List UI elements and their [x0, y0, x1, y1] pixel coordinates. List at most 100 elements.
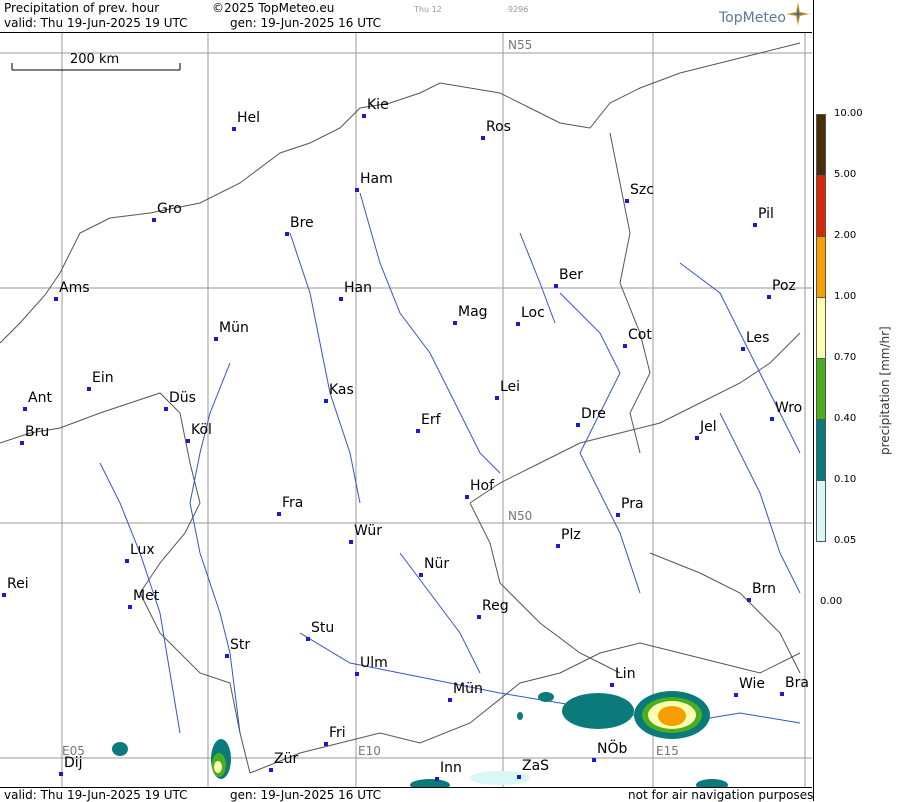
city-dot	[277, 512, 281, 516]
city-label: ZaS	[522, 758, 550, 774]
city-label: Ber	[559, 267, 583, 283]
city-dot	[214, 337, 218, 341]
city-label: Ams	[59, 280, 90, 296]
legend-swatch	[816, 297, 826, 359]
precipitation-areas	[112, 691, 728, 787]
grid-label-e10: E10	[358, 744, 381, 758]
legend-tick: 0.05	[834, 535, 857, 546]
city-dot	[128, 605, 132, 609]
city-label: Reg	[482, 598, 509, 614]
copyright: ©2025 TopMeteo.eu	[212, 1, 335, 15]
city-dot	[695, 436, 699, 440]
city-dot	[465, 495, 469, 499]
city-label: Hel	[237, 110, 261, 126]
city-dot	[324, 399, 328, 403]
city-label: Str	[230, 637, 251, 653]
city-label: Kie	[367, 97, 389, 113]
city-label: Mün	[453, 681, 483, 697]
city-dot	[481, 136, 485, 140]
legend-tick: 2.00	[834, 230, 857, 241]
footer-valid-time: valid: Thu 19-Jun-2025 19 UTC	[4, 788, 188, 802]
city-dot	[2, 593, 6, 597]
compass-logo-icon	[786, 2, 810, 26]
grid-label-n50: N50	[508, 509, 533, 523]
city-dot	[349, 540, 353, 544]
city-label: Lei	[500, 379, 521, 395]
header-bar: Precipitation of prev. hour ©2025 TopMet…	[0, 0, 812, 33]
city-label: Nür	[424, 556, 450, 572]
city-label: Wro	[775, 400, 803, 416]
city-dot	[516, 322, 520, 326]
topmeteo-logo: TopMeteo	[719, 10, 786, 26]
legend-tick: 10.00	[834, 108, 863, 119]
legend-tick: 0.00	[820, 596, 843, 607]
city-dot	[741, 347, 745, 351]
city-dot	[419, 573, 423, 577]
city-label: Lin	[615, 666, 636, 682]
city-label: Han	[344, 280, 372, 296]
city-dot	[610, 683, 614, 687]
city-dot	[87, 387, 91, 391]
city-label: Jel	[700, 419, 717, 435]
navigation-notice: not for air navigation purposes	[628, 788, 814, 802]
city-dot	[416, 429, 420, 433]
small-day-label: Thu 12	[414, 5, 442, 14]
city-label: Loc	[521, 305, 545, 321]
city-dot	[232, 127, 236, 131]
city-label: Mün	[219, 320, 249, 336]
city-label: Rei	[7, 576, 29, 592]
city-dot	[753, 223, 757, 227]
city-label: NÖb	[597, 741, 628, 757]
city-label: Les	[746, 330, 770, 346]
city-dot	[616, 513, 620, 517]
city-label: Ham	[360, 171, 393, 187]
city-dot	[448, 698, 452, 702]
city-dot	[592, 758, 596, 762]
city-dot	[54, 297, 58, 301]
city-dot	[517, 775, 521, 779]
legend-tick: 5.00	[834, 169, 857, 180]
city-label: Cot	[628, 327, 652, 343]
city-dot	[477, 615, 481, 619]
city-dot	[625, 199, 629, 203]
legend-tick: 0.10	[834, 474, 857, 485]
city-label: Ein	[92, 370, 114, 386]
legend-tick: 0.40	[834, 413, 857, 424]
city-label: Düs	[169, 390, 196, 406]
city-dot	[164, 407, 168, 411]
city-label: Stu	[311, 620, 335, 636]
legend-swatch	[816, 358, 826, 420]
scale-label: 200 km	[70, 52, 120, 67]
legend-swatch	[816, 480, 826, 542]
city-label: Köl	[191, 422, 212, 438]
city-label: Met	[133, 588, 160, 604]
city-label: Szc	[630, 182, 654, 198]
city-dot	[59, 772, 63, 776]
city-dot	[556, 544, 560, 548]
legend-swatch	[816, 114, 826, 176]
city-dot	[362, 114, 366, 118]
legend-tick: 1.00	[834, 291, 857, 302]
city-dot	[747, 598, 751, 602]
city-dot	[339, 297, 343, 301]
city-label: Zür	[274, 751, 299, 767]
coastlines-borders	[0, 42, 801, 774]
city-label: Bra	[785, 675, 809, 691]
legend-swatch	[816, 419, 826, 481]
city-dot	[20, 441, 24, 445]
precipitation-map[interactable]: 200 km N55 N50 E05 E10 E15 Hel Kie Ros Ham S…	[0, 33, 812, 787]
city-label: Lux	[130, 542, 155, 558]
city-label: Poz	[772, 278, 796, 294]
city-dot	[576, 423, 580, 427]
city-dot	[780, 692, 784, 696]
city-dot	[623, 344, 627, 348]
city-dot	[495, 396, 499, 400]
legend-tick: 0.70	[834, 352, 857, 363]
city-label: Brn	[752, 581, 776, 597]
city-label: Ulm	[360, 655, 388, 671]
city-label: Erf	[421, 412, 441, 428]
city-label: Dij	[64, 755, 83, 771]
city-label: Inn	[440, 760, 462, 776]
small-code-label: 9296	[508, 5, 529, 14]
city-label: Hof	[470, 478, 495, 494]
